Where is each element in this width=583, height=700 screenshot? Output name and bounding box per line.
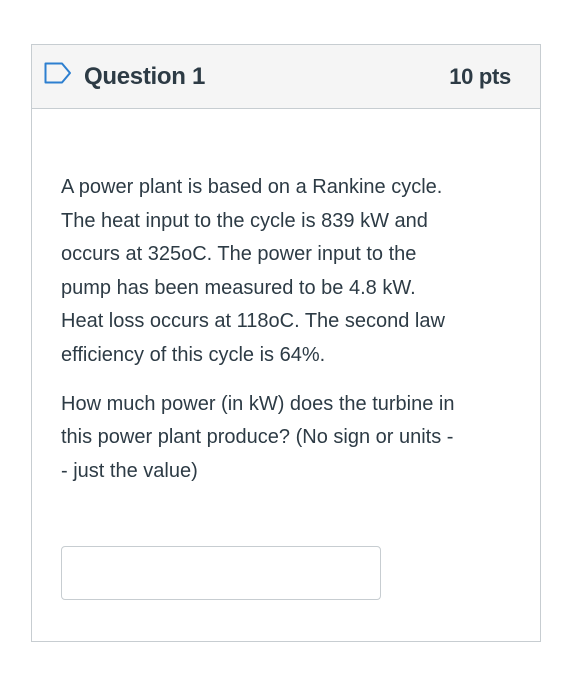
- question-points: 10 pts: [449, 64, 511, 89]
- question-body: A power plant is based on a Rankine cycl…: [61, 171, 516, 503]
- question-card: Question 1 10 pts A power plant is based…: [31, 44, 541, 642]
- question-paragraph-problem: A power plant is based on a Rankine cycl…: [61, 176, 445, 366]
- question-paragraph-prompt: How much power (in kW) does the turbine …: [61, 392, 455, 482]
- question-header: Question 1 10 pts: [32, 45, 540, 109]
- answer-input[interactable]: [61, 546, 381, 600]
- question-title: Question 1: [84, 63, 206, 90]
- flag-icon[interactable]: [44, 62, 72, 84]
